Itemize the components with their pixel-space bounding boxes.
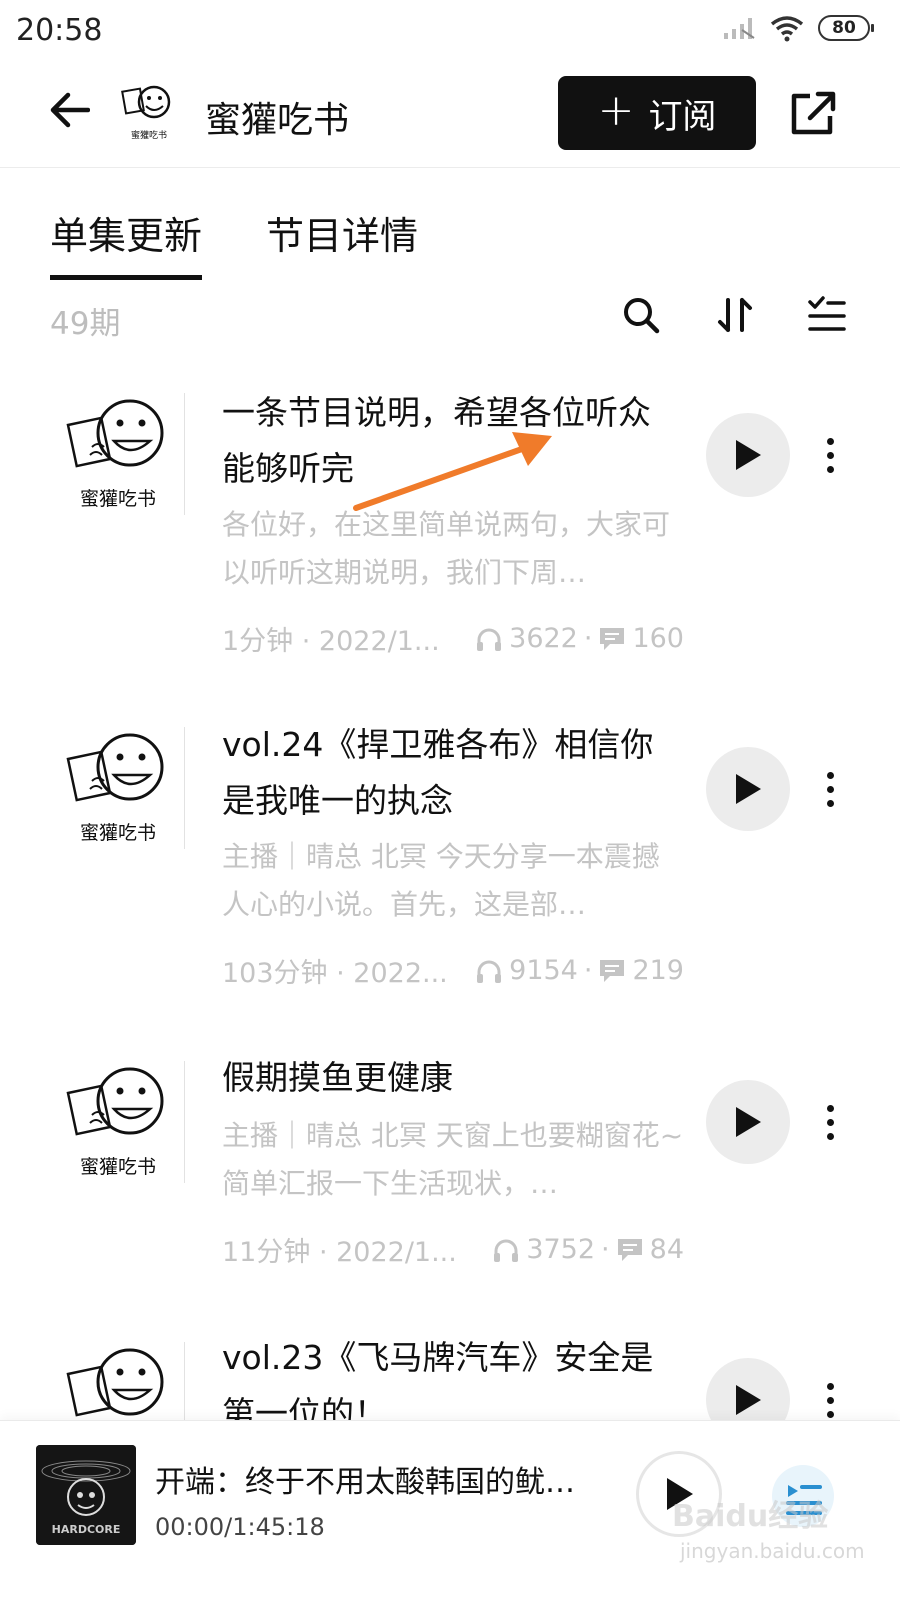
battery-indicator: 80: [818, 15, 874, 41]
play-icon: [736, 774, 761, 804]
episode-count: 49期: [50, 306, 121, 342]
wifi-icon: [770, 16, 804, 42]
search-icon[interactable]: [620, 294, 662, 336]
separator-dot: ·: [583, 623, 593, 654]
now-playing-time: 00:00/1:45:18: [155, 1513, 325, 1541]
episode-title[interactable]: 一条节目说明，希望各位听众能够听完: [222, 385, 682, 497]
subscribe-button[interactable]: + 订阅: [558, 76, 756, 150]
back-button[interactable]: [44, 84, 96, 136]
episode-cover: 蜜獾吃书: [66, 733, 164, 844]
headphones-icon: [477, 960, 502, 983]
watermark-url: jingyan.baidu.com: [680, 1539, 865, 1563]
episode-meta: 1分钟 · 2022/1... 3622 · 160: [222, 619, 684, 658]
tab-episodes[interactable]: 单集更新: [50, 205, 203, 280]
mini-player-play-button[interactable]: [636, 1451, 722, 1537]
play-icon: [736, 1107, 761, 1137]
now-playing-title[interactable]: 开端：终于不用太酸韩国的鱿…: [155, 1457, 595, 1501]
tab-details[interactable]: 节目详情: [266, 205, 418, 272]
comment-count: 160: [632, 623, 684, 654]
comment-icon: [600, 959, 625, 982]
more-options-button[interactable]: [812, 429, 848, 481]
arrow-left-icon: [50, 92, 90, 128]
episode-meta: 11分钟 · 2022/1... 3752 · 84: [222, 1230, 684, 1269]
logo-caption: 蜜獾吃书: [131, 129, 167, 141]
episode-description: 主播｜晴总 北冥 天窗上也要糊窗花~ 简单汇报一下生活现状，…: [222, 1119, 684, 1200]
cover-caption: 蜜獾吃书: [80, 1156, 156, 1178]
podcast-logo: 蜜獾吃书: [121, 85, 171, 141]
app-header: 蜜獾吃书 蜜獾吃书 + 订阅: [0, 62, 900, 168]
play-icon: [736, 440, 761, 470]
mini-player[interactable]: HARDCORE 开端：终于不用太酸韩国的鱿… 00:00/1:45:18 Ba…: [0, 1420, 900, 1600]
divider: [184, 393, 185, 515]
play-button[interactable]: [706, 747, 790, 831]
headphones-icon: [477, 628, 502, 651]
play-icon: [667, 1478, 693, 1510]
episode-duration-date: 103分钟 · 2022...: [222, 958, 448, 989]
episode-title[interactable]: vol.24《捍卫雅各布》相信你是我唯一的执念: [222, 717, 682, 829]
signal-icon: [724, 18, 755, 39]
episode-description: 主播｜晴总 北冥 今天分享一本震撼人心的小说。首先，这是部…: [222, 840, 660, 921]
play-button[interactable]: [706, 413, 790, 497]
comment-count: 219: [632, 955, 684, 986]
episode-title[interactable]: 假期摸鱼更健康: [222, 1050, 682, 1106]
play-count: 3622: [509, 623, 578, 654]
play-icon: [736, 1385, 761, 1415]
play-button[interactable]: [706, 1080, 790, 1164]
comment-icon: [617, 1238, 642, 1261]
status-bar: 20:58 80: [0, 0, 900, 62]
comment-icon: [600, 627, 625, 650]
subscribe-label: 订阅: [648, 96, 717, 137]
episode-stats: 9154 · 219: [475, 955, 684, 986]
episode-description: 各位好，在这里简单说两句，大家可以听听这期说明，我们下周…: [222, 508, 671, 589]
cover-caption: 蜜獾吃书: [80, 822, 156, 844]
tab-bar: 单集更新 节目详情: [50, 205, 418, 280]
play-count: 3752: [526, 1234, 596, 1265]
episode-cover: 蜜獾吃书: [66, 1067, 164, 1178]
episode-cover: 蜜獾吃书: [66, 399, 164, 510]
episode-meta: 103分钟 · 2022... 9154 · 219: [222, 951, 684, 990]
separator-dot: ·: [601, 1234, 610, 1265]
playlist-icon[interactable]: [770, 1463, 836, 1529]
play-count: 9154: [509, 955, 578, 986]
cover-text: HARDCORE: [52, 1523, 121, 1536]
more-options-button[interactable]: [812, 763, 848, 815]
status-icons: 80: [722, 14, 874, 42]
batch-select-icon[interactable]: [806, 294, 848, 336]
more-options-button[interactable]: [812, 1374, 848, 1426]
comment-count: 84: [649, 1234, 684, 1265]
plus-icon: +: [597, 85, 635, 136]
cover-caption: 蜜獾吃书: [80, 488, 156, 510]
divider: [184, 1061, 185, 1183]
episode-stats: 3752 · 84: [492, 1234, 684, 1265]
episode-stats: 3622 · 160: [475, 623, 684, 654]
headphones-icon: [494, 1239, 519, 1262]
podcast-title: 蜜獾吃书: [205, 100, 350, 141]
share-icon[interactable]: [788, 88, 838, 138]
sort-icon[interactable]: [714, 294, 756, 336]
divider: [184, 727, 185, 849]
status-time: 20:58: [16, 13, 103, 48]
episode-duration-date: 1分钟 · 2022/1...: [222, 626, 440, 657]
now-playing-cover: HARDCORE: [36, 1445, 136, 1545]
separator-dot: ·: [583, 955, 593, 986]
episode-duration-date: 11分钟 · 2022/1...: [222, 1237, 457, 1268]
more-options-button[interactable]: [812, 1096, 848, 1148]
